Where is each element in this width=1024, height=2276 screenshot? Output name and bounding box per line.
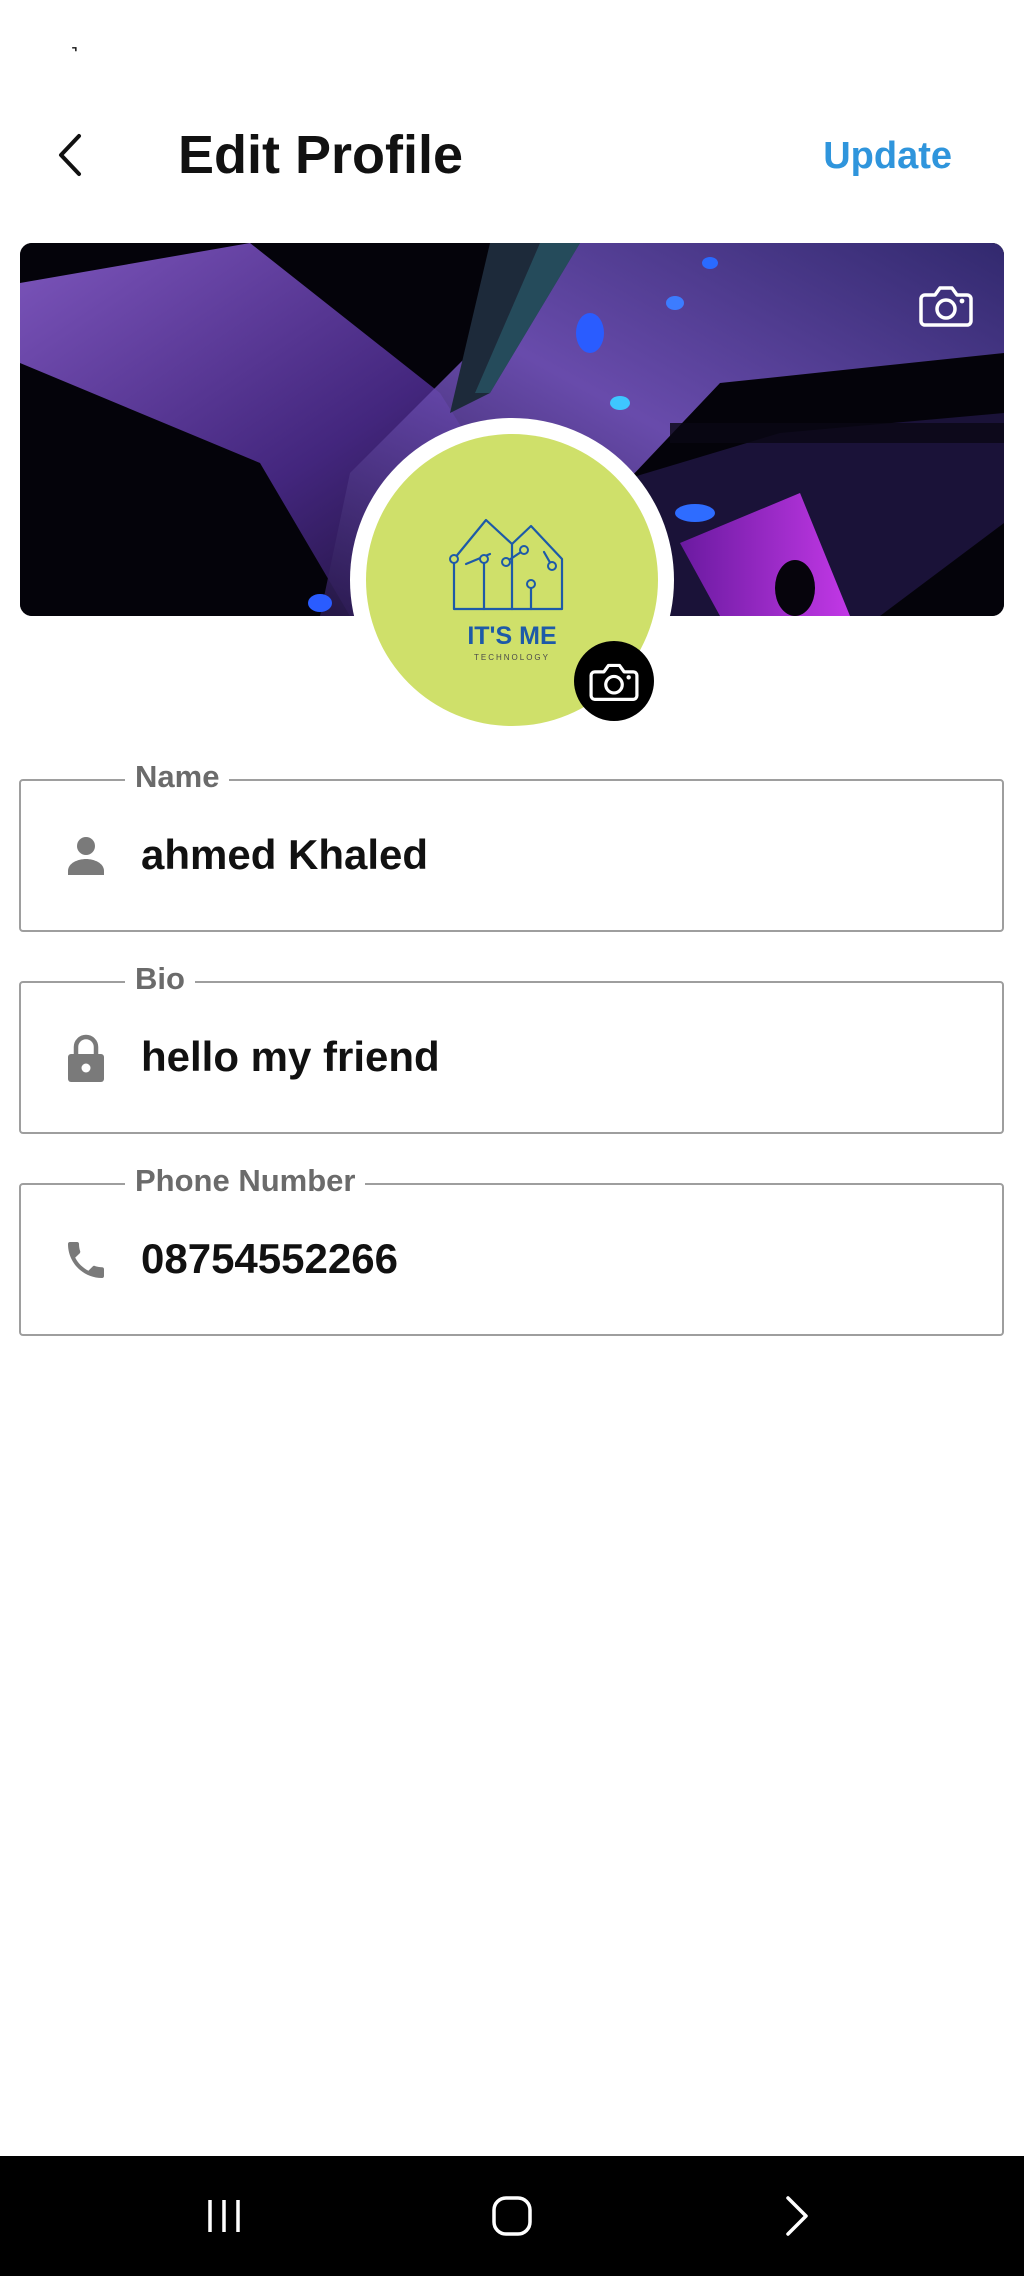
page-title: Edit Profile — [178, 125, 464, 185]
phone-field[interactable]: Phone Number 08754552266 — [19, 1159, 1004, 1336]
person-icon — [55, 825, 117, 887]
home-button[interactable] — [472, 2182, 552, 2250]
cover-camera-button[interactable] — [914, 273, 978, 337]
update-button[interactable]: Update — [823, 126, 952, 186]
recents-icon — [208, 2200, 240, 2232]
bio-input[interactable]: hello my friend — [141, 1019, 440, 1095]
name-input[interactable]: ahmed Khaled — [141, 817, 428, 893]
edit-profile-screen: ˺ Edit Profile Update IT'S ME TECHNOLOGY… — [0, 0, 1024, 2276]
lock-icon — [55, 1027, 117, 1089]
logo-subtext: TECHNOLOGY — [474, 653, 550, 662]
status-bar: ˺ — [0, 0, 1024, 110]
chevron-left-icon — [59, 134, 81, 176]
phone-icon — [55, 1229, 117, 1291]
name-field[interactable]: Name ahmed Khaled — [19, 755, 1004, 932]
recents-button[interactable] — [184, 2182, 264, 2250]
camera-icon — [919, 286, 973, 327]
phone-input[interactable]: 08754552266 — [141, 1221, 398, 1297]
camera-icon — [589, 663, 639, 701]
nav-back-icon — [786, 2196, 808, 2236]
bio-field[interactable]: Bio hello my friend — [19, 957, 1004, 1134]
home-icon — [492, 2196, 532, 2236]
back-button[interactable] — [40, 124, 102, 186]
name-field-label: Name — [125, 755, 230, 799]
bio-field-label: Bio — [125, 957, 195, 1001]
avatar-camera-button[interactable] — [574, 641, 654, 721]
phone-field-label: Phone Number — [125, 1159, 366, 1203]
app-bar: Edit Profile Update — [0, 110, 1024, 230]
status-indicator: ˺ — [70, 42, 79, 72]
logo-text: IT'S ME — [467, 622, 556, 650]
nav-back-button[interactable] — [756, 2182, 836, 2250]
system-navigation-bar — [0, 2156, 1024, 2276]
